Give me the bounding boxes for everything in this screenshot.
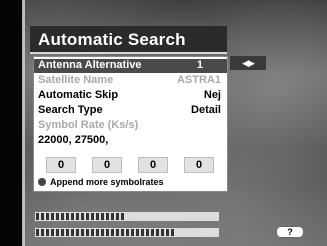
search-type-value: Detail [191,104,221,116]
title-bar: Automatic Search [30,26,227,54]
help-button[interactable]: ? [276,226,304,238]
symbol-rate-input-3[interactable]: 0 [138,157,168,173]
symbol-rate-inputs: 0 0 0 0 [39,157,225,173]
symbol-rate-input-1[interactable]: 0 [46,157,76,173]
bullet-icon [38,178,46,186]
symbol-rates-list: 22000, 27500, [38,134,223,148]
row-antenna-alternative[interactable]: Antenna Alternative 1 [34,59,227,73]
symbol-rate-input-2[interactable]: 0 [92,157,122,173]
append-symbolrates-label: Append more symbolrates [50,177,164,187]
symbol-rate-input-4[interactable]: 0 [184,157,214,173]
row-symbol-rate: Symbol Rate (Ks/s) [38,119,223,133]
search-settings-panel: Antenna Alternative 1 Satellite Name AST… [33,56,228,192]
satellite-name-label: Satellite Name [38,74,114,86]
search-type-label: Search Type [38,104,103,116]
append-symbolrates-option[interactable]: Append more symbolrates [38,177,164,187]
antenna-alternative-value: 1 [196,59,203,71]
vertical-divider [22,0,25,246]
antenna-alternative-label: Antenna Alternative [38,59,142,71]
left-strip [0,0,23,246]
row-automatic-skip[interactable]: Automatic Skip Nej [38,89,223,103]
signal-strength-fill [36,213,125,220]
signal-quality-bar [34,227,220,238]
row-search-type[interactable]: Search Type Detail [38,104,223,118]
page-title: Automatic Search [38,30,186,49]
automatic-skip-label: Automatic Skip [38,89,119,101]
satellite-name-value: ASTRA1 [176,74,221,86]
tv-screen: Automatic Search Antenna Alternative 1 S… [0,0,327,246]
signal-strength-bar [34,211,220,222]
symbol-rates-text: 22000, 27500, [38,134,109,146]
signal-quality-fill [36,229,174,236]
row-satellite-name: Satellite Name ASTRA1 [38,74,223,88]
left-right-arrows-icon: ◀▶ [230,56,266,70]
automatic-skip-value: Nej [203,89,221,101]
symbol-rate-label: Symbol Rate (Ks/s) [38,119,139,131]
